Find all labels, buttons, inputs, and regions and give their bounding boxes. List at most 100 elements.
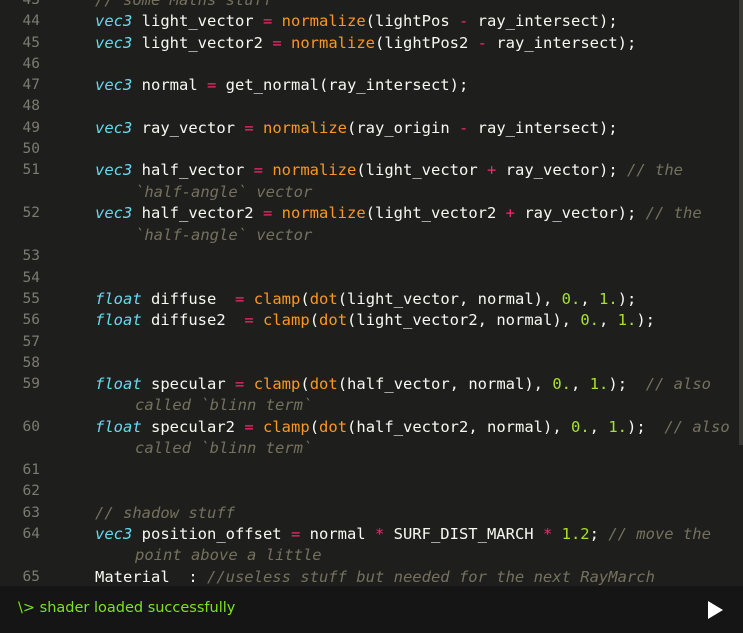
code-token: ray_vector [132, 118, 245, 137]
code-editor[interactable]: 43 // some Maths stuff 44 vec3 light_vector… [0, 0, 743, 586]
code-line[interactable]: 60 float specular2 = clamp(dot(half_vecto… [0, 417, 743, 460]
code-token: normal [300, 525, 375, 544]
code-token: (light_vector2 [365, 204, 506, 223]
code-token: dot [319, 311, 348, 330]
code-line[interactable]: 49 vec3 ray_vector = normalize(ray_origin… [0, 118, 743, 139]
code-token: vec3 [95, 161, 133, 180]
code-token: ray_vector); [496, 161, 627, 180]
code-token: ); [617, 289, 637, 308]
code-line[interactable]: 52 vec3 half_vector2 = normalize(light_ve… [0, 203, 743, 246]
play-icon[interactable] [705, 600, 725, 620]
code-token: light_vector2 [132, 33, 273, 52]
code-line[interactable]: 61 [0, 460, 743, 481]
line-number: 44 [22, 13, 40, 30]
code-token: // shadow stuff [95, 503, 235, 522]
line-number: 61 [22, 462, 40, 479]
status-bar: \> shader loaded successfully [0, 586, 743, 633]
code-line[interactable]: 62 [0, 481, 743, 502]
code-token: float [95, 289, 142, 308]
code-token: clamp [253, 375, 301, 394]
code-token: = [262, 12, 273, 31]
line-number: 60 [22, 419, 40, 436]
code-line[interactable]: 58 [0, 353, 743, 374]
code-token: , [589, 418, 609, 437]
code-token: ); [608, 375, 646, 394]
code-token: float [95, 311, 142, 330]
line-number: 52 [22, 205, 40, 222]
code-token: diffuse2 [141, 311, 245, 330]
code-line[interactable]: 65 Material : //useless stuff but needed … [0, 567, 743, 586]
code-line[interactable]: 54 [0, 268, 743, 289]
code-token: ); [636, 311, 656, 330]
code-token: (lightPos [365, 12, 459, 31]
line-number: 54 [22, 269, 40, 286]
line-number: 63 [22, 504, 40, 521]
code-token: 1. [617, 311, 637, 330]
code-token: = [235, 375, 245, 394]
line-number: 58 [22, 354, 40, 371]
code-line[interactable]: 56 float diffuse2 = clamp(dot(light_vecto… [0, 310, 743, 331]
code-token: float [95, 375, 142, 394]
code-token: = [272, 33, 282, 52]
code-token: (light_vector [356, 161, 487, 180]
code-token: dot [319, 418, 348, 437]
code-token: clamp [263, 311, 310, 330]
code-token: * [542, 525, 553, 544]
code-token: (light_vector2, normal), [347, 311, 581, 330]
code-text: Material : //useless stuff but needed fo… [95, 567, 735, 586]
code-token: vec3 [95, 118, 133, 137]
line-number: 51 [22, 162, 40, 179]
code-line[interactable]: 43 // some Maths stuff [0, 0, 743, 11]
code-token: = [244, 418, 254, 437]
code-token: light_vector [132, 12, 263, 31]
code-token: dot [309, 289, 338, 308]
line-number: 65 [22, 569, 40, 586]
code-token: float [95, 418, 142, 437]
code-token: dot [309, 375, 338, 394]
code-token: = [206, 76, 217, 95]
code-token: 0. [561, 289, 581, 308]
code-token: ( [309, 311, 320, 330]
code-token: , [599, 311, 618, 330]
code-token: 0. [552, 375, 572, 394]
code-token: SURF_DIST_MARCH [384, 525, 543, 544]
code-line[interactable]: 57 [0, 332, 743, 353]
code-line[interactable]: 48 [0, 96, 743, 117]
code-token: = [262, 204, 273, 223]
code-line[interactable]: 64 vec3 position_offset = normal * SURF_D… [0, 524, 743, 567]
code-token: ); [627, 418, 665, 437]
code-token: normalize [291, 33, 375, 52]
code-line[interactable]: 45 vec3 light_vector2 = normalize(lightPo… [0, 33, 743, 54]
code-line[interactable]: 63 // shadow stuff [0, 503, 743, 524]
code-token: (lightPos2 [375, 33, 478, 52]
code-text: // shadow stuff [95, 503, 735, 524]
code-text: vec3 normal = get_normal(ray_intersect); [95, 75, 735, 96]
code-line[interactable]: 44 vec3 light_vector = normalize(lightPos… [0, 11, 743, 32]
code-text: // some Maths stuff [95, 0, 735, 11]
line-number: 49 [22, 119, 40, 136]
code-line[interactable]: 47 vec3 normal = get_normal(ray_intersect… [0, 75, 743, 96]
code-text: vec3 position_offset = normal * SURF_DIS… [95, 524, 735, 567]
code-line[interactable]: 50 [0, 139, 743, 160]
code-text: float specular = clamp(dot(half_vector, … [95, 374, 735, 417]
code-line[interactable]: 55 float diffuse = clamp(dot(light_vector… [0, 289, 743, 310]
code-token: position_offset [132, 525, 291, 544]
code-token: = [290, 525, 301, 544]
code-line[interactable]: 59 float specular = clamp(dot(half_vector… [0, 374, 743, 417]
code-token: = [235, 289, 245, 308]
code-token: vec3 [95, 204, 133, 223]
code-token: = [244, 311, 254, 330]
code-line[interactable]: 46 [0, 54, 743, 75]
code-token: vec3 [95, 12, 133, 31]
code-line[interactable]: 51 vec3 half_vector = normalize(light_vec… [0, 160, 743, 203]
scrollbar-thumb[interactable] [739, 0, 743, 445]
code-token: , [580, 289, 600, 308]
code-line[interactable]: 53 [0, 246, 743, 267]
